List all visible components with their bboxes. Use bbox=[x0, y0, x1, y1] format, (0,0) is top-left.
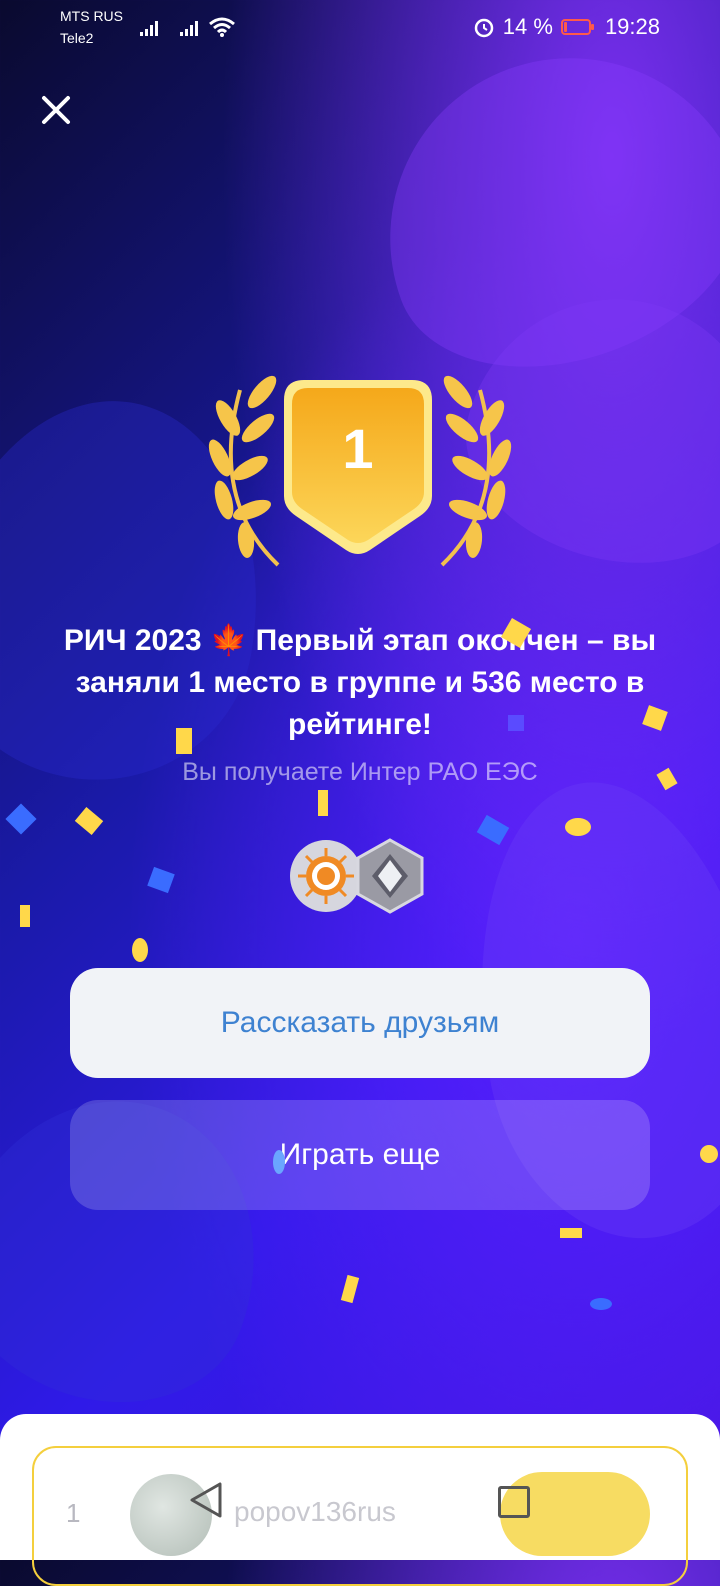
signal-icon bbox=[140, 21, 158, 36]
alarm-icon bbox=[474, 18, 494, 38]
confetti bbox=[74, 807, 104, 835]
battery-icon bbox=[560, 19, 594, 35]
place-number: 1 bbox=[342, 417, 374, 480]
recent-apps-square-icon[interactable] bbox=[498, 1486, 530, 1518]
laurel-left-icon bbox=[208, 375, 280, 567]
confetti bbox=[5, 803, 37, 835]
confetti bbox=[508, 715, 524, 731]
confetti bbox=[340, 1274, 360, 1304]
confetti bbox=[273, 1150, 285, 1174]
carrier-name-2: Tele2 bbox=[60, 30, 94, 46]
reward-text: Вы получаете Интер РАО ЕЭС bbox=[182, 758, 538, 786]
wifi-icon bbox=[209, 17, 235, 37]
signal-icon bbox=[180, 21, 198, 36]
confetti bbox=[176, 728, 192, 754]
reward-icons bbox=[290, 838, 430, 920]
status-bar: MTS RUS Tele2 14 % 19:28 bbox=[0, 0, 720, 56]
confetti bbox=[565, 818, 591, 836]
place-badge: 1 bbox=[282, 378, 434, 556]
clock: 19:28 bbox=[604, 14, 660, 39]
play-again-button[interactable]: Играть еще bbox=[70, 1100, 650, 1210]
close-icon[interactable] bbox=[36, 90, 76, 130]
confetti bbox=[132, 938, 148, 962]
result-headline: РИЧ 2023 🍁 Первый этап окончен – вы заня… bbox=[63, 624, 657, 741]
confetti bbox=[590, 1298, 612, 1310]
share-with-friends-button[interactable]: Рассказать друзьям bbox=[70, 968, 650, 1078]
confetti bbox=[318, 790, 328, 816]
confetti bbox=[20, 905, 30, 927]
confetti bbox=[700, 1145, 718, 1163]
confetti bbox=[147, 866, 175, 894]
laurel-right-icon bbox=[440, 375, 512, 567]
battery-percent: 14 % bbox=[502, 14, 553, 39]
back-triangle-icon[interactable] bbox=[188, 1480, 224, 1520]
confetti bbox=[560, 1228, 582, 1238]
silver-diamond-icon bbox=[356, 838, 424, 914]
confetti bbox=[476, 814, 510, 846]
carrier-name-1: MTS RUS bbox=[60, 8, 123, 24]
system-navigation-bar bbox=[0, 1480, 720, 1560]
